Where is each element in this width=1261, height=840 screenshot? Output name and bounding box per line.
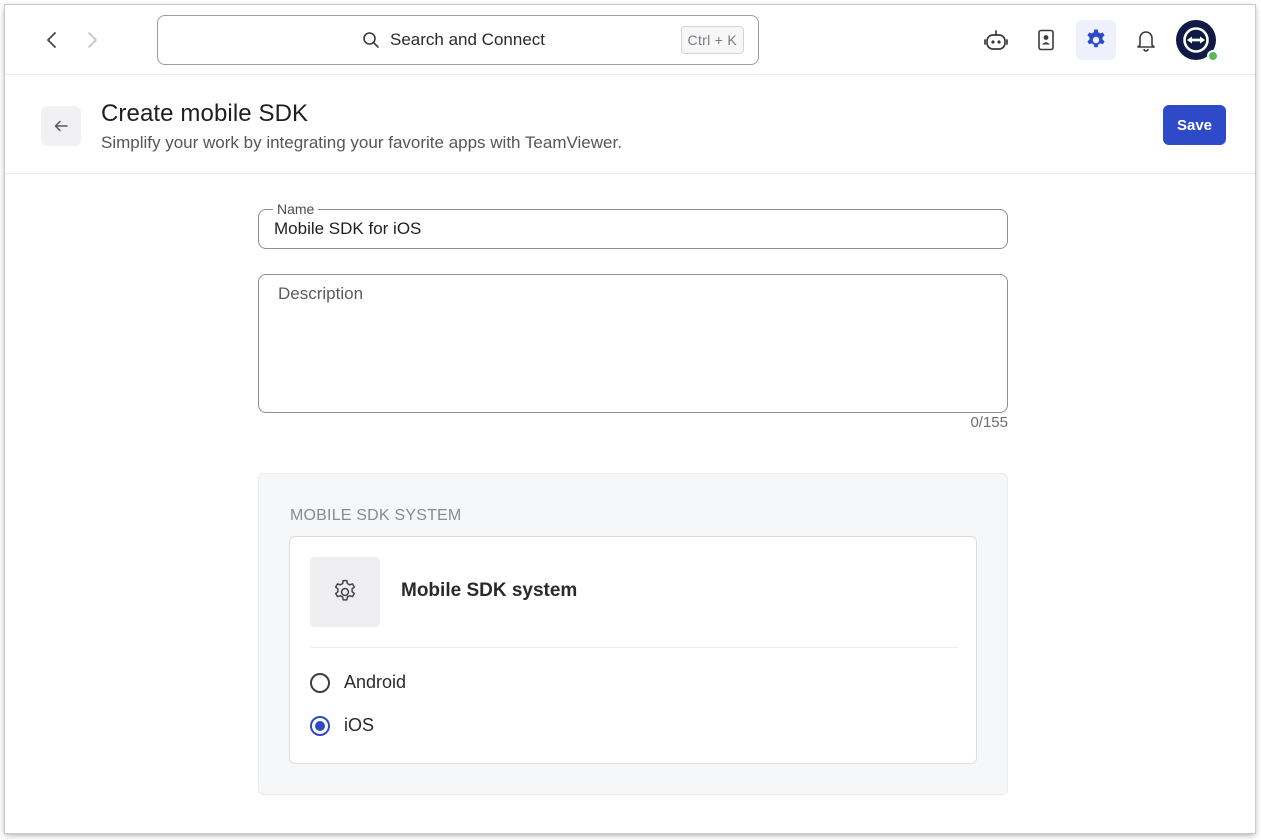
bell-icon	[1137, 31, 1155, 52]
section-heading: MOBILE SDK SYSTEM	[290, 507, 462, 524]
description-field[interactable]: Description	[258, 274, 1008, 413]
gear-outline-icon	[334, 579, 356, 601]
radio-option-ios[interactable]: iOS	[310, 715, 374, 736]
arrow-left-icon	[54, 120, 68, 132]
chevron-left-icon	[47, 32, 56, 48]
page-header: Create mobile SDK Simplify your work by …	[5, 75, 1255, 174]
search-icon	[363, 32, 379, 48]
chevron-right-icon	[88, 32, 97, 48]
nav-back-button[interactable]	[37, 25, 67, 55]
mobile-sdk-system-card: Mobile SDK system Android iOS	[289, 536, 977, 764]
radio-label-ios: iOS	[344, 715, 375, 735]
contacts-book-icon	[1038, 29, 1054, 51]
radio-button-ios[interactable]	[310, 715, 330, 736]
notifications-button[interactable]	[1126, 20, 1166, 60]
divider	[310, 647, 958, 648]
nav-forward-button[interactable]	[77, 25, 107, 55]
app-window: Search and Connect Ctrl + K Create mobil…	[5, 5, 1255, 833]
card-title: Mobile SDK system	[401, 580, 578, 601]
system-icon-tile	[310, 557, 380, 627]
mobile-sdk-system-section: MOBILE SDK SYSTEM Mobile SDK system Andr…	[258, 473, 1008, 795]
contacts-button[interactable]	[1026, 20, 1066, 60]
page-title: Create mobile SDK	[101, 100, 309, 127]
radio-option-android[interactable]: Android	[310, 672, 406, 693]
robot-icon	[984, 30, 1008, 50]
user-avatar[interactable]	[1176, 20, 1219, 62]
description-char-counter: 0/155	[970, 414, 1008, 431]
description-placeholder: Description	[278, 284, 364, 303]
radio-button-android[interactable]	[310, 672, 330, 693]
save-button[interactable]: Save	[1163, 105, 1226, 145]
name-input[interactable]	[274, 219, 974, 239]
settings-button[interactable]	[1076, 20, 1116, 60]
name-field-label: Name	[273, 200, 319, 218]
teamviewer-logo-icon	[1183, 27, 1209, 53]
search-and-connect-bar[interactable]: Search and Connect Ctrl + K	[157, 15, 759, 65]
assistant-button[interactable]	[976, 20, 1016, 60]
top-bar: Search and Connect Ctrl + K	[5, 5, 1255, 75]
gear-icon	[1087, 29, 1105, 48]
name-field[interactable]: Name	[258, 200, 1008, 249]
search-shortcut-hint: Ctrl + K	[680, 26, 744, 54]
back-button[interactable]	[41, 106, 81, 146]
online-status-dot	[1207, 50, 1219, 62]
search-label: Search and Connect	[390, 30, 545, 49]
page-subtitle: Simplify your work by integrating your f…	[101, 133, 622, 152]
radio-label-android: Android	[344, 672, 407, 692]
